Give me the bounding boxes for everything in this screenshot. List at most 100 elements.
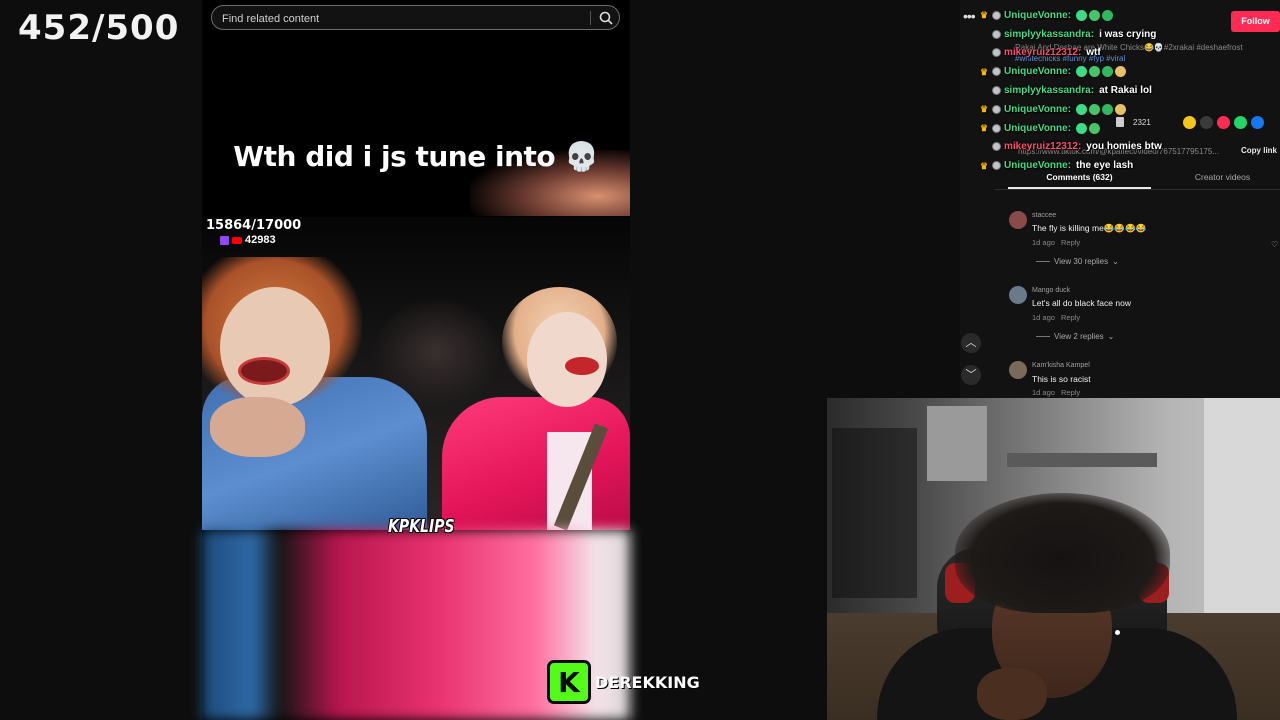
chat-message: ♛ UniqueVonne: — [980, 62, 1280, 81]
live-chat-overlay: ♛ UniqueVonne: simplyykassandra: i was cryi… — [980, 6, 1280, 175]
search-divider — [590, 11, 591, 25]
divider — [1036, 261, 1050, 262]
crown-icon: ♛ — [980, 160, 989, 171]
next-video-button[interactable]: ﹀ — [961, 365, 981, 385]
left-person-face — [220, 287, 330, 407]
emote-group — [1076, 9, 1115, 21]
chevron-down-icon: ⌄ — [1107, 332, 1115, 341]
youtube-icon — [232, 236, 242, 244]
reply-button[interactable]: Reply — [1061, 313, 1080, 322]
chat-message: simplyykassandra: at Rakai lol — [980, 81, 1280, 100]
heart-icon[interactable]: ♡ — [1271, 240, 1278, 249]
chat-text: you homies btw — [1086, 141, 1162, 153]
avatar[interactable] — [1009, 286, 1027, 304]
divider — [1036, 336, 1050, 337]
chat-username[interactable]: UniqueVonne: — [1004, 66, 1071, 77]
platform-stats: 42983 — [220, 234, 276, 246]
reply-button[interactable]: Reply — [1061, 388, 1080, 397]
emote-icon — [1102, 66, 1114, 78]
chat-username[interactable]: mikeyruiz12312: — [1004, 141, 1081, 152]
fridge — [832, 428, 917, 598]
chat-message: simplyykassandra: i was crying — [980, 25, 1280, 44]
comment-text: The fly is killing me😂😂😂😂 — [1032, 223, 1147, 233]
comment-text: This is so racist — [1032, 374, 1091, 384]
chat-message: mikeyruiz12312: wtf — [980, 44, 1280, 63]
active-tab-indicator — [1008, 187, 1151, 189]
comment-time: 1d ago — [1032, 388, 1055, 397]
search-input[interactable] — [220, 9, 584, 29]
left-person-hand — [210, 397, 305, 457]
emote-icon — [1076, 122, 1088, 134]
user-badge-icon — [992, 161, 1001, 171]
video-caption: Wth did i js tune into 💀 — [233, 140, 599, 173]
streamer-brand: K DEREKKING — [547, 660, 700, 704]
user-badge-icon — [992, 48, 1001, 58]
comment-time: 1d ago — [1032, 238, 1055, 247]
right-person-jacket — [442, 397, 630, 530]
view-replies-button[interactable]: View 30 replies ⌄ — [1036, 257, 1119, 266]
left-person-mouth — [238, 357, 290, 385]
chevron-down-icon: ⌄ — [1112, 257, 1119, 266]
emote-icon — [1102, 103, 1114, 115]
chevron-down-icon: ﹀ — [965, 369, 977, 381]
crown-icon: ♛ — [980, 10, 989, 21]
emote-group — [1076, 122, 1102, 134]
more-options-icon[interactable]: ••• — [963, 8, 976, 24]
follower-goal: 15864/17000 — [206, 218, 302, 233]
crown-icon: ♛ — [980, 104, 989, 115]
emote-icon — [1076, 103, 1088, 115]
views-count: 42983 — [245, 234, 276, 246]
streamer-hand — [977, 668, 1047, 720]
emote-icon — [1089, 9, 1101, 21]
comment-text: Let's all do black face now — [1032, 298, 1131, 308]
search-bar[interactable] — [211, 5, 620, 30]
reply-button[interactable]: Reply — [1061, 238, 1080, 247]
chat-username[interactable]: simplyykassandra: — [1004, 29, 1094, 40]
chat-username[interactable]: UniqueVonne: — [1004, 160, 1071, 171]
crown-icon: ♛ — [980, 66, 989, 77]
chat-message: ♛ UniqueVonne: — [980, 100, 1280, 119]
chat-username[interactable]: simplyykassandra: — [1004, 85, 1094, 96]
emote-icon — [1089, 103, 1101, 115]
search-icon[interactable] — [596, 9, 616, 27]
chat-message: ♛ UniqueVonne: — [980, 6, 1280, 25]
streamer-name: DEREKKING — [595, 672, 700, 692]
comment-author[interactable]: Mango duck — [1032, 287, 1070, 294]
earring — [1115, 630, 1120, 635]
emote-icon — [1115, 103, 1127, 115]
video-frame — [202, 217, 630, 530]
user-badge-icon — [992, 67, 1001, 77]
chat-username[interactable]: mikeyruiz12312: — [1004, 47, 1081, 58]
chat-text: i was crying — [1099, 28, 1157, 40]
twitch-icon — [220, 235, 229, 245]
kick-logo-icon: K — [547, 660, 591, 704]
tabs-divider — [995, 189, 1280, 190]
chat-message: ♛ UniqueVonne: — [980, 119, 1280, 138]
emote-group — [1076, 66, 1128, 78]
user-badge-icon — [992, 104, 1001, 114]
view-replies-label[interactable]: View 30 replies — [1054, 257, 1108, 266]
cabinet — [927, 406, 987, 481]
user-badge-icon — [992, 10, 1001, 20]
comment-author[interactable]: staccee — [1032, 212, 1056, 219]
comment-author[interactable]: Kam'kisha Kampel — [1032, 362, 1090, 369]
chevron-up-icon: ︿ — [965, 337, 977, 349]
avatar[interactable] — [1009, 361, 1027, 379]
right-person-mouth — [565, 357, 599, 375]
emote-icon — [1102, 9, 1114, 21]
avatar[interactable] — [1009, 211, 1027, 229]
view-replies-button[interactable]: View 2 replies ⌄ — [1036, 332, 1114, 341]
webcam-feed — [827, 398, 1280, 720]
previous-video-button[interactable]: ︿ — [961, 333, 981, 353]
view-replies-label[interactable]: View 2 replies — [1054, 332, 1104, 341]
chat-username[interactable]: UniqueVonne: — [1004, 104, 1071, 115]
user-badge-icon — [992, 142, 1001, 152]
emote-icon — [1076, 9, 1088, 21]
chat-username[interactable]: UniqueVonne: — [1004, 123, 1071, 134]
user-badge-icon — [992, 29, 1001, 39]
chat-username[interactable]: UniqueVonne: — [1004, 10, 1071, 21]
chat-message: mikeyruiz12312: you homies btw — [980, 138, 1280, 157]
goal-counter: 452/500 — [18, 8, 180, 48]
emote-group — [1076, 103, 1128, 115]
streamer-hair — [955, 493, 1170, 613]
